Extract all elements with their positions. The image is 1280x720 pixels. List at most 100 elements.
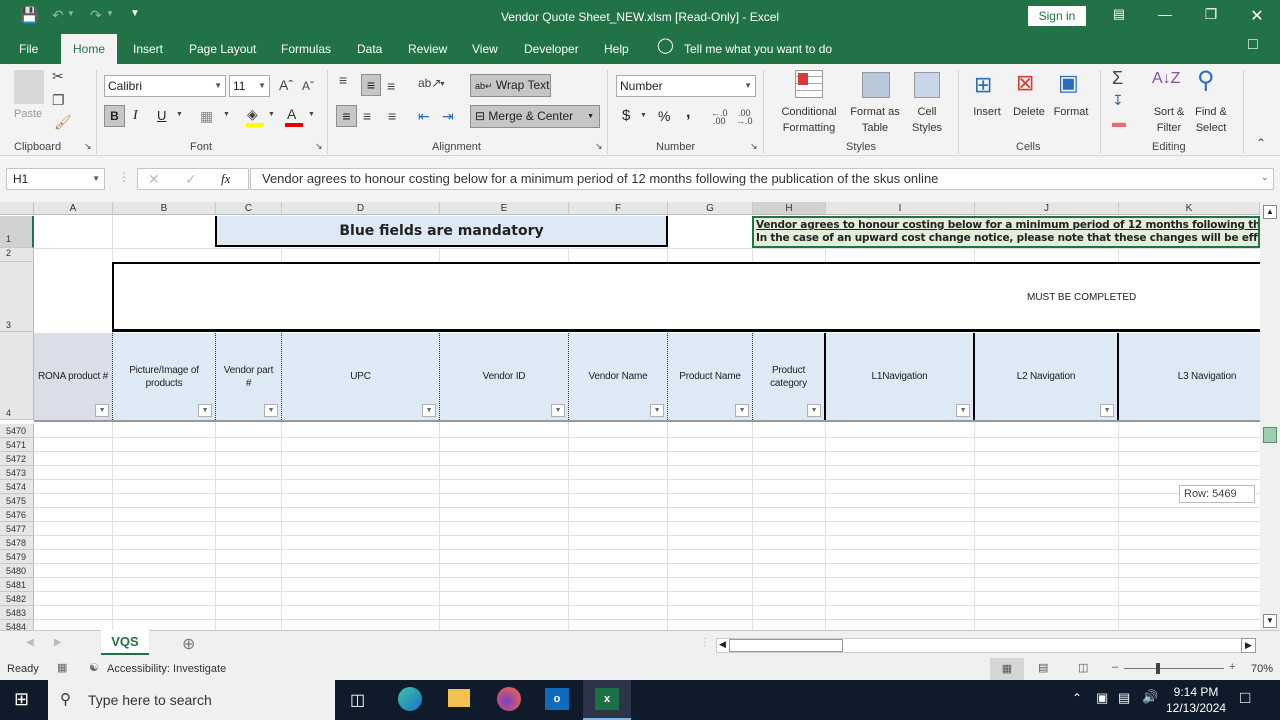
meet-now-icon[interactable]: ▣ — [1096, 690, 1108, 706]
tell-me-search[interactable]: Tell me what you want to do — [684, 40, 832, 64]
filter-dropdown-icon[interactable]: ▼ — [264, 404, 278, 417]
fill-color-icon[interactable]: ◈ — [247, 106, 258, 123]
align-middle-icon[interactable]: ≡ — [361, 74, 381, 96]
insert-button[interactable]: Insert — [968, 104, 1006, 120]
select-all-corner[interactable] — [0, 202, 34, 215]
collapse-ribbon-icon[interactable]: ⌃ — [1256, 136, 1266, 150]
header-l2-navigation[interactable]: L2 Navigation ▼ — [975, 333, 1119, 420]
row-header[interactable]: 5476 — [0, 508, 34, 522]
table-row[interactable] — [34, 493, 1260, 494]
scroll-down-icon[interactable]: ▼ — [1263, 614, 1277, 628]
currency-button[interactable]: $ — [622, 107, 630, 124]
row-header[interactable]: 5477 — [0, 522, 34, 536]
zoom-level[interactable]: 70% — [1251, 663, 1273, 675]
copy-icon[interactable]: ❐ — [52, 92, 65, 109]
header-product-category[interactable]: Product category ▼ — [753, 333, 826, 420]
row-header[interactable]: 5482 — [0, 592, 34, 606]
task-view-icon[interactable]: ◫ — [350, 690, 365, 710]
restore-icon[interactable]: ❐ — [1196, 6, 1226, 26]
font-color-icon[interactable]: A — [287, 106, 296, 122]
format-painter-icon[interactable]: 🖌 — [54, 114, 72, 131]
find-select-button[interactable]: Find & Select — [1188, 104, 1234, 136]
filter-dropdown-icon[interactable]: ▼ — [650, 404, 664, 417]
fill-icon[interactable]: ↧ — [1112, 92, 1124, 109]
formula-input[interactable]: Vendor agrees to honour costing below fo… — [250, 168, 1274, 190]
font-size-combo[interactable]: 11 ▼ — [229, 75, 270, 97]
close-icon[interactable]: ✕ — [1242, 6, 1272, 26]
tab-insert[interactable]: Insert — [133, 40, 163, 64]
horizontal-scrollbar[interactable]: ◀ — [716, 638, 1244, 653]
table-row[interactable] — [34, 549, 1260, 550]
format-button[interactable]: Format — [1050, 104, 1092, 120]
header-picture[interactable]: Picture/Image of products ▼ — [113, 333, 216, 420]
ribbon-display-icon[interactable]: ▤ — [1104, 6, 1134, 26]
tab-home[interactable]: Home — [61, 34, 118, 64]
chevron-down-icon[interactable]: ▼ — [640, 112, 647, 119]
tab-help[interactable]: Help — [604, 40, 629, 64]
cut-icon[interactable]: ✂ — [52, 68, 64, 85]
filter-dropdown-icon[interactable]: ▼ — [198, 404, 212, 417]
cell-styles-button[interactable]: Cell Styles — [902, 104, 952, 136]
header-vendor-id[interactable]: Vendor ID ▼ — [440, 333, 569, 420]
row-header[interactable]: 5480 — [0, 564, 34, 578]
font-name-combo[interactable]: Calibri ▼ — [104, 75, 226, 97]
column-header-e[interactable]: E — [440, 202, 569, 215]
borders-icon[interactable]: ▦ — [200, 108, 213, 125]
align-top-icon[interactable]: ≡ — [339, 72, 347, 88]
align-center-icon[interactable]: ≡ — [363, 108, 371, 124]
bold-button[interactable]: B — [104, 105, 125, 127]
scroll-left-icon[interactable]: ◀ — [719, 639, 726, 650]
tab-review[interactable]: Review — [408, 40, 447, 64]
decrease-font-icon[interactable]: Aˇ — [302, 79, 314, 93]
merge-center-button[interactable]: ⊟ Merge & Center ▼ — [470, 105, 600, 128]
paste-button[interactable]: Paste — [14, 106, 42, 122]
chevron-down-icon[interactable]: ▼ — [439, 81, 446, 88]
chevron-down-icon[interactable]: ▼ — [268, 111, 275, 118]
header-vendor-part[interactable]: Vendor part # ▼ — [216, 333, 282, 420]
header-product-name[interactable]: Product Name ▼ — [668, 333, 753, 420]
accessibility-status[interactable]: Accessibility: Investigate — [107, 663, 226, 675]
row-header-4[interactable]: 4 — [0, 332, 34, 420]
increase-indent-icon[interactable]: ⇥ — [442, 108, 454, 125]
tab-page-layout[interactable]: Page Layout — [189, 40, 256, 64]
zoom-in-icon[interactable]: + — [1229, 661, 1235, 673]
zoom-slider-thumb[interactable] — [1156, 663, 1160, 674]
edge-icon[interactable] — [398, 687, 422, 711]
header-upc[interactable]: UPC ▼ — [282, 333, 440, 420]
row-header[interactable]: 5475 — [0, 494, 34, 508]
scroll-up-icon[interactable]: ▲ — [1263, 205, 1277, 219]
filter-dropdown-icon[interactable]: ▼ — [807, 404, 821, 417]
table-row[interactable] — [34, 605, 1260, 606]
filter-dropdown-icon[interactable]: ▼ — [1100, 404, 1114, 417]
table-row[interactable] — [34, 451, 1260, 452]
chevron-down-icon[interactable]: ▼ — [223, 111, 230, 118]
conditional-formatting-button[interactable]: Conditional Formatting — [773, 104, 845, 136]
filter-dropdown-icon[interactable]: ▼ — [551, 404, 565, 417]
table-row[interactable] — [34, 591, 1260, 592]
chevron-down-icon[interactable]: ▼ — [308, 111, 315, 118]
volume-icon[interactable]: 🔊 — [1142, 689, 1158, 705]
sort-filter-icon[interactable]: A↓Z — [1152, 70, 1180, 88]
column-header-f[interactable]: F — [569, 202, 668, 215]
minimize-icon[interactable]: — — [1150, 6, 1180, 26]
percent-button[interactable]: % — [658, 108, 670, 124]
table-row[interactable] — [34, 577, 1260, 578]
increase-font-icon[interactable]: Aˆ — [279, 77, 293, 93]
header-l1-navigation[interactable]: L1Navigation ▼ — [826, 333, 975, 420]
show-hidden-icons[interactable]: ⌃ — [1072, 691, 1082, 705]
decrease-indent-icon[interactable]: ⇤ — [418, 108, 430, 125]
clear-icon[interactable]: ▬ — [1112, 114, 1126, 130]
spreadsheet-grid[interactable]: A B C D E F G H I J K 1 2 3 4 Blue field… — [0, 202, 1260, 630]
number-launcher-icon[interactable]: ↘ — [750, 141, 758, 152]
sort-filter-button[interactable]: Sort & Filter — [1146, 104, 1192, 136]
comments-icon[interactable]: □ — [1248, 36, 1258, 60]
notifications-icon[interactable]: □ — [1240, 688, 1250, 708]
chevron-down-icon[interactable]: ▼ — [176, 111, 183, 118]
filter-dropdown-icon[interactable]: ▼ — [735, 404, 749, 417]
wrap-text-button[interactable]: ab↵ Wrap Text — [470, 74, 551, 97]
clock[interactable]: 9:14 PM 12/13/2024 — [1166, 684, 1226, 716]
clipboard-launcher-icon[interactable]: ↘ — [84, 141, 92, 152]
header-l3-navigation[interactable]: L3 Navigation — [1119, 333, 1260, 420]
table-row[interactable] — [34, 521, 1260, 522]
mandatory-banner[interactable]: Blue fields are mandatory — [215, 216, 668, 247]
